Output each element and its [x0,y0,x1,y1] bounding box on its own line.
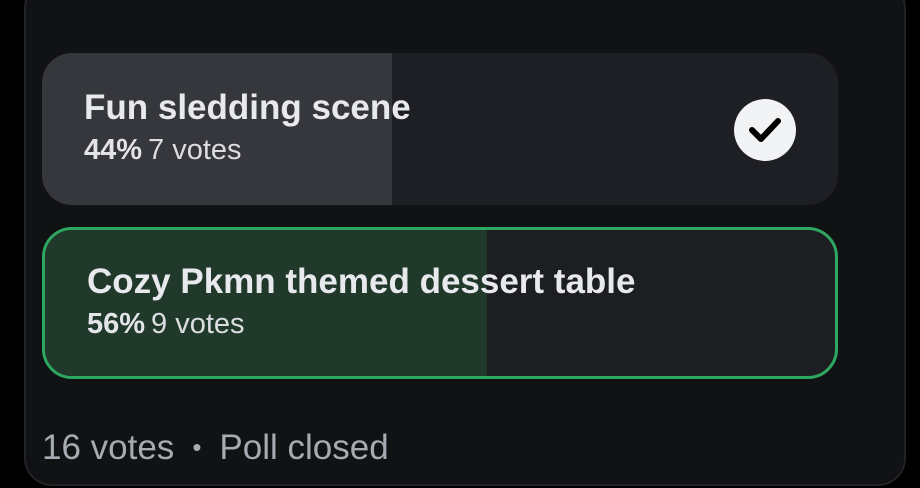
poll-option-text: Fun sledding scene 44% 7 votes [84,87,411,167]
poll-option-percent: 44% [84,134,143,166]
poll-option-label: Fun sledding scene [84,88,411,127]
poll-option-text: Cozy Pkmn themed dessert table 56% 9 vote… [87,261,636,341]
poll-option-votes: 9 votes [151,308,245,340]
poll-option-stats: 44% 7 votes [84,133,411,167]
poll-option-stats: 56% 9 votes [87,307,636,341]
poll-status: Poll closed [219,428,389,467]
check-circle-icon [734,99,796,161]
poll-footer: 16 votes • Poll closed [42,427,389,468]
total-votes: 16 votes [42,428,175,467]
poll-option-votes: 7 votes [148,134,242,166]
separator-dot: • [192,432,202,462]
poll-option-label: Cozy Pkmn themed dessert table [87,262,636,301]
poll-option-cozy-pkmn-dessert-table[interactable]: Cozy Pkmn themed dessert table 56% 9 vote… [42,227,838,379]
poll-option-percent: 56% [87,308,146,340]
poll-option-fun-sledding-scene[interactable]: Fun sledding scene 44% 7 votes [42,53,838,205]
